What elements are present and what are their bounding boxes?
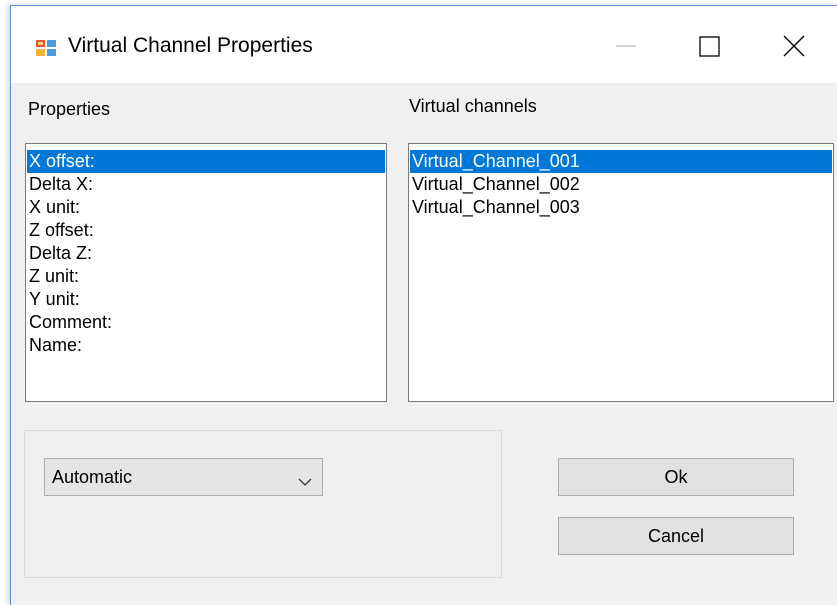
virtual-channel-list-item[interactable]: Virtual_Channel_001 xyxy=(410,150,832,173)
mode-dropdown-value: Automatic xyxy=(52,467,133,487)
minimize-button[interactable] xyxy=(603,24,649,68)
app-icon xyxy=(35,38,57,58)
maximize-button[interactable] xyxy=(686,24,732,68)
properties-label: Properties xyxy=(28,99,111,119)
window-title: Virtual Channel Properties xyxy=(68,34,313,57)
virtual-channel-list-item[interactable]: Virtual_Channel_002 xyxy=(410,173,832,196)
cancel-button[interactable]: Cancel xyxy=(558,517,794,555)
property-list-item[interactable]: Z unit: xyxy=(27,265,385,288)
property-list-item[interactable]: Delta X: xyxy=(27,173,385,196)
properties-listbox[interactable]: X offset: Delta X: X unit: Z offset: Delta Z… xyxy=(25,143,387,402)
mode-dropdown[interactable]: Automatic xyxy=(44,458,323,496)
maximize-icon xyxy=(699,36,720,57)
property-list-item[interactable]: Z offset: xyxy=(27,219,385,242)
close-button[interactable] xyxy=(771,24,817,68)
property-list-item[interactable]: Y unit: xyxy=(27,288,385,311)
virtual-channels-label: Virtual channels xyxy=(409,96,537,116)
property-list-item[interactable]: Delta Z: xyxy=(27,242,385,265)
property-list-item[interactable]: Name: xyxy=(27,334,385,357)
property-list-item[interactable]: X offset: xyxy=(27,150,385,173)
close-icon xyxy=(783,35,805,57)
virtual-channel-list-item[interactable]: Virtual_Channel_003 xyxy=(410,196,832,219)
property-list-item[interactable]: X unit: xyxy=(27,196,385,219)
options-groupbox xyxy=(24,430,502,578)
property-list-item[interactable]: Comment: xyxy=(27,311,385,334)
title-bar[interactable]: Virtual Channel Properties xyxy=(11,6,837,83)
chevron-down-icon xyxy=(298,471,312,486)
virtual-channels-listbox[interactable]: Virtual_Channel_001 Virtual_Channel_002 Vi… xyxy=(408,143,834,402)
dialog-window: Virtual Channel Properties Properties Vi… xyxy=(10,5,837,605)
ok-button[interactable]: Ok xyxy=(558,458,794,496)
minimize-icon xyxy=(616,45,636,47)
